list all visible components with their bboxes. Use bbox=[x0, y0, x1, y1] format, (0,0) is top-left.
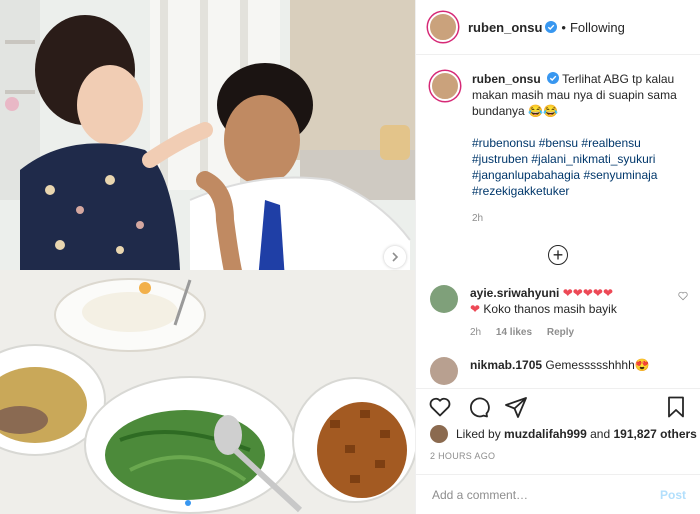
add-comment-bar: Post bbox=[416, 474, 700, 514]
comment-username[interactable]: ayie.sriwahyuni bbox=[470, 286, 559, 300]
carousel-dot bbox=[204, 500, 211, 506]
instagram-post: ruben_onsu • Following ruben_onsu Terlih… bbox=[0, 0, 700, 514]
post-photo[interactable] bbox=[0, 0, 415, 514]
comment-hearts: ❤❤❤❤❤ bbox=[562, 286, 613, 300]
carousel-dot bbox=[194, 500, 201, 506]
heart-icon[interactable] bbox=[428, 395, 452, 419]
carousel-dot bbox=[184, 500, 191, 506]
header-separator: • bbox=[561, 19, 566, 35]
caption-time: 2h bbox=[472, 213, 484, 224]
carousel-dot bbox=[224, 500, 231, 506]
bookmark-icon[interactable] bbox=[664, 395, 688, 419]
chevron-right-icon bbox=[392, 252, 399, 262]
carousel-next-button[interactable] bbox=[384, 246, 406, 268]
comment-input[interactable] bbox=[430, 486, 660, 503]
comment-likes[interactable]: 14 likes bbox=[496, 327, 532, 338]
post-caption: ruben_onsu Terlihat ABG tp kalau makan m… bbox=[416, 55, 700, 227]
post-timestamp: 2 HOURS AGO bbox=[430, 451, 496, 461]
post-header: ruben_onsu • Following bbox=[416, 0, 700, 55]
post-actions-bar bbox=[416, 388, 700, 424]
comment-avatar[interactable] bbox=[430, 285, 458, 313]
likes-prefix: Liked by bbox=[456, 427, 501, 441]
load-more-comments-button[interactable]: + bbox=[548, 245, 568, 265]
header-username[interactable]: ruben_onsu bbox=[468, 20, 542, 35]
carousel-indicator bbox=[0, 500, 415, 506]
carousel-dot bbox=[214, 500, 221, 506]
comment-text: Gemessssshhhh😍 bbox=[545, 358, 650, 372]
comments-section[interactable]: ruben_onsu Terlihat ABG tp kalau makan m… bbox=[416, 55, 700, 388]
caption-hashtags[interactable]: #rubenonsu #bensu #realbensu #justruben … bbox=[472, 136, 657, 198]
comment-body: ayie.sriwahyuni ❤❤❤❤❤ ❤ Koko thanos masi… bbox=[470, 285, 670, 341]
comment-item: ayie.sriwahyuni ❤❤❤❤❤ ❤ Koko thanos masi… bbox=[416, 285, 700, 341]
comment-reply-button[interactable]: Reply bbox=[547, 327, 574, 338]
comment-avatar[interactable] bbox=[430, 357, 458, 385]
caption-username[interactable]: ruben_onsu bbox=[472, 72, 541, 86]
liker-avatar[interactable] bbox=[430, 425, 448, 443]
comment-body: nikmab.1705 Gemessssshhhh😍 bbox=[470, 357, 670, 385]
heart-icon[interactable] bbox=[678, 291, 688, 301]
avatar[interactable] bbox=[428, 12, 458, 42]
liker-username[interactable]: muzdalifah999 bbox=[504, 427, 587, 441]
photo-illustration bbox=[0, 0, 415, 514]
comment-heart: ❤ bbox=[470, 302, 481, 316]
caption-avatar[interactable] bbox=[430, 71, 460, 101]
verified-badge-icon bbox=[545, 21, 558, 33]
comment-username[interactable]: nikmab.1705 bbox=[470, 358, 542, 372]
comment-text: Koko thanos masih bayik bbox=[483, 302, 617, 316]
caption-text-block: ruben_onsu Terlihat ABG tp kalau makan m… bbox=[472, 71, 682, 227]
verified-badge-icon bbox=[547, 72, 560, 84]
comment-item: nikmab.1705 Gemessssshhhh😍 bbox=[416, 357, 700, 385]
post-comment-button[interactable]: Post bbox=[660, 488, 686, 502]
following-button[interactable]: Following bbox=[570, 20, 625, 35]
comment-meta: 2h 14 likes Reply bbox=[470, 325, 670, 341]
post-side-panel: ruben_onsu • Following ruben_onsu Terlih… bbox=[415, 0, 700, 514]
comment-icon[interactable] bbox=[466, 395, 490, 419]
plus-circle-icon: + bbox=[552, 245, 564, 265]
likes-summary: Liked by muzdalifah999 and 191,827 other… bbox=[430, 425, 697, 443]
comment-time: 2h bbox=[470, 327, 482, 338]
share-icon[interactable] bbox=[504, 395, 528, 419]
likes-and: and bbox=[590, 427, 611, 441]
likes-count-link[interactable]: 191,827 others bbox=[613, 427, 696, 441]
